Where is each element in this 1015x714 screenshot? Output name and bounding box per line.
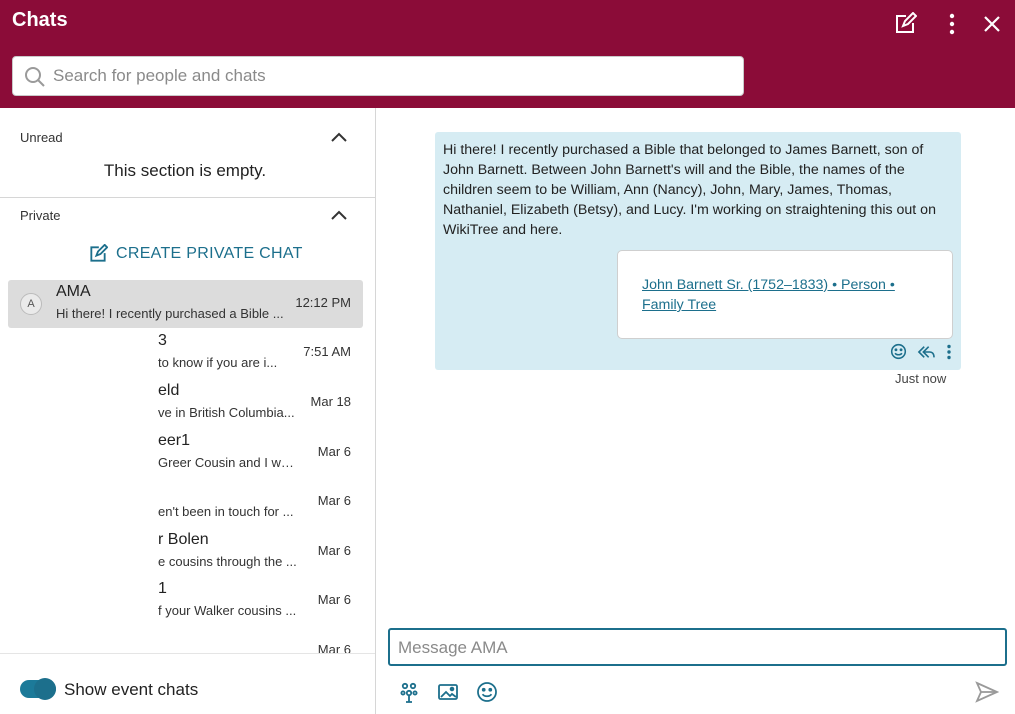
chat-time: Mar 6: [317, 493, 351, 508]
more-options-button[interactable]: [938, 10, 966, 38]
search-box[interactable]: [12, 56, 744, 96]
message-more-button[interactable]: [945, 344, 953, 360]
chat-preview: Hi there! I recently purchased a Bible .…: [56, 306, 284, 321]
chat-time: Mar 6: [317, 444, 351, 459]
empty-section-text: This section is empty.: [103, 161, 267, 180]
profile-link[interactable]: John Barnett Sr. (1752–1833) • Person • …: [642, 275, 932, 315]
chat-preview: Greer Cousin and I wor...: [158, 455, 298, 470]
show-event-chats-toggle[interactable]: [20, 678, 56, 700]
message-timestamp: Just now: [895, 371, 947, 386]
list-item[interactable]: eer1 Greer Cousin and I wor... Mar 6: [8, 429, 363, 477]
chat-preview: en't been in touch for ...: [158, 504, 294, 519]
send-button[interactable]: [975, 681, 999, 703]
chat-preview: ve in British Columbia...: [158, 405, 295, 420]
chevron-up-icon: [331, 132, 347, 142]
tree-attach-button[interactable]: [398, 681, 420, 703]
send-icon: [975, 681, 999, 703]
chats-header: Chats: [0, 0, 1015, 108]
emoji-icon: [477, 682, 497, 702]
message-bubble: Hi there! I recently purchased a Bible t…: [435, 132, 961, 370]
close-button[interactable]: [978, 10, 1006, 38]
chat-preview: to know if you are i...: [158, 355, 278, 370]
list-item[interactable]: en't been in touch for ... Mar 6: [8, 478, 363, 526]
family-tree-icon: [400, 682, 418, 703]
compose-icon: [896, 12, 917, 33]
chat-name: AMA: [56, 283, 91, 300]
show-event-chats-label: Show event chats: [64, 680, 199, 699]
list-item[interactable]: 3 to know if you are i... 7:51 AM: [8, 329, 363, 377]
message-input[interactable]: [398, 636, 988, 660]
chevron-up-icon: [331, 210, 347, 220]
chat-name: eer1: [158, 432, 191, 449]
collapse-unread-button[interactable]: [330, 130, 348, 149]
chat-time: Mar 6: [317, 543, 351, 558]
close-icon: [984, 16, 1000, 32]
chat-time: Mar 6: [317, 592, 351, 607]
chat-list-footer: Show event chats: [0, 653, 375, 714]
section-divider: [0, 197, 375, 198]
chat-item-ama[interactable]: A AMA Hi there! I recently purchased a B…: [8, 280, 363, 328]
conversation-panel: Hi there! I recently purchased a Bible t…: [376, 108, 1015, 714]
chat-name: 3: [158, 332, 167, 349]
message-text: Hi there! I recently purchased a Bible t…: [443, 142, 936, 238]
emoji-icon: [890, 343, 907, 360]
chat-list-panel: Unread This section is empty. Private CR…: [0, 108, 376, 714]
chat-preview: e cousins through the ...: [158, 554, 297, 569]
page-title: Chats: [12, 9, 68, 31]
chat-preview: f your Walker cousins ...: [158, 603, 297, 618]
kebab-menu-icon: [949, 13, 955, 35]
react-button[interactable]: [890, 343, 907, 360]
compose-icon: [90, 244, 108, 262]
list-item[interactable]: 1 f your Walker cousins ... Mar 6: [8, 577, 363, 625]
chat-name: r Bolen: [158, 531, 209, 548]
unread-section-label: Unread: [20, 130, 63, 145]
kebab-menu-icon: [947, 344, 951, 359]
chat-name: 1: [158, 580, 167, 597]
chat-time: 12:12 PM: [295, 295, 351, 310]
reply-icon: [917, 345, 935, 358]
link-preview-card: John Barnett Sr. (1752–1833) • Person • …: [617, 250, 953, 339]
new-chat-button[interactable]: [891, 10, 919, 38]
create-private-chat-button[interactable]: CREATE PRIVATE CHAT: [88, 244, 303, 264]
collapse-private-button[interactable]: [330, 208, 348, 227]
image-attach-button[interactable]: [437, 681, 459, 703]
chat-time: Mar 18: [310, 394, 351, 409]
create-private-chat-label: CREATE PRIVATE CHAT: [116, 245, 303, 262]
message-composer[interactable]: [388, 628, 1007, 666]
search-icon: [25, 67, 45, 87]
chat-time: 7:51 AM: [303, 344, 351, 359]
image-icon: [438, 684, 458, 700]
list-item[interactable]: eld ve in British Columbia... Mar 18: [8, 379, 363, 427]
private-section-label: Private: [20, 208, 61, 223]
list-item[interactable]: r Bolen e cousins through the ... Mar 6: [8, 528, 363, 576]
chat-name: eld: [158, 382, 180, 399]
emoji-picker-button[interactable]: [476, 681, 498, 703]
search-input[interactable]: [53, 63, 733, 89]
reply-button[interactable]: [917, 344, 935, 360]
message-actions: [890, 343, 953, 360]
avatar: A: [20, 293, 42, 315]
